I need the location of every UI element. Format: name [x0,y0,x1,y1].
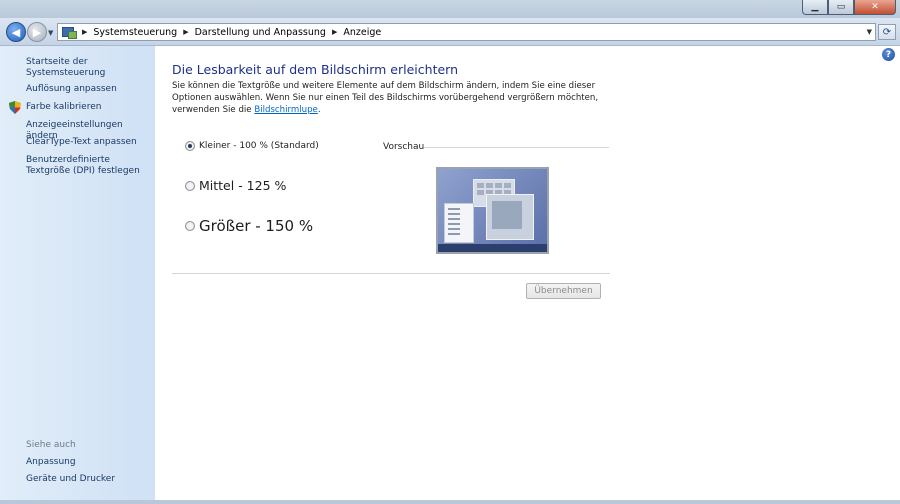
preview-image [436,167,549,254]
option-smaller-label[interactable]: Kleiner - 100 % (Standard) [199,141,319,151]
preview-taskbar [438,244,547,252]
sidebar-item-calibrate-color[interactable]: Farbe kalibrieren [26,102,101,113]
back-button[interactable]: ◀ [6,22,26,42]
minimize-button[interactable]: ▁ [802,0,828,15]
radio-larger[interactable] [185,221,195,231]
preview-window-front [486,194,534,240]
window-controls: ▁ ▭ ✕ [802,0,896,15]
chevron-right-icon[interactable]: ▶ [82,28,87,36]
window-titlebar: ▁ ▭ ✕ [0,0,900,18]
preview-label: Vorschau [383,142,425,152]
sidebar-item-cleartype[interactable]: ClearType-Text anpassen [26,137,137,148]
shield-icon [9,101,21,114]
content-divider [172,273,610,274]
window-bottom-border [0,500,900,504]
breadcrumb-darstellung[interactable]: Darstellung und Anpassung [195,27,326,38]
refresh-button[interactable]: ⟳ [878,24,896,40]
chevron-right-icon[interactable]: ▶ [183,28,188,36]
description-period: . [317,105,321,115]
option-medium-label[interactable]: Mittel - 125 % [199,178,286,193]
navigation-bar: ◀ ▶ ▼ ▶ Systemsteuerung ▶ Darstellung un… [0,18,900,46]
close-button[interactable]: ✕ [854,0,896,15]
chevron-right-icon[interactable]: ▶ [332,28,337,36]
control-panel-icon [62,26,77,39]
apply-button[interactable]: Übernehmen [526,283,601,299]
option-larger[interactable]: Größer - 150 % [185,217,313,235]
breadcrumb-anzeige[interactable]: Anzeige [343,27,381,38]
magnifier-link[interactable]: Bildschirmlupe [254,105,318,115]
sidebar-item-control-panel-home[interactable]: Startseite der Systemsteuerung [26,57,155,79]
preview-explorer-window [444,203,474,243]
option-smaller[interactable]: Kleiner - 100 % (Standard) [185,141,319,151]
preview-divider [424,147,609,148]
sidebar: Startseite der Systemsteuerung Auflösung… [0,46,155,504]
breadcrumb-systemsteuerung[interactable]: Systemsteuerung [93,27,177,38]
address-history-dropdown-icon[interactable]: ▼ [867,28,872,36]
sidebar-item-custom-dpi[interactable]: Benutzerdefinierte Textgröße (DPI) festl… [26,155,151,177]
help-icon[interactable]: ? [882,48,895,61]
see-also-devices-printers-link[interactable]: Geräte und Drucker [26,474,115,485]
see-also-personalization-link[interactable]: Anpassung [26,457,76,468]
page-title: Die Lesbarkeit auf dem Bildschirm erleic… [172,62,459,77]
recent-pages-dropdown-icon[interactable]: ▼ [48,29,53,37]
description-text: Sie können die Textgröße und weitere Ele… [172,81,599,115]
radio-smaller[interactable] [185,141,195,151]
maximize-button[interactable]: ▭ [828,0,854,15]
option-medium[interactable]: Mittel - 125 % [185,178,286,193]
sidebar-item-resolution[interactable]: Auflösung anpassen [26,84,117,95]
page-description: Sie können die Textgröße und weitere Ele… [172,80,612,116]
see-also-heading: Siehe auch [26,440,76,450]
option-larger-label[interactable]: Größer - 150 % [199,217,313,235]
address-bar[interactable]: ▶ Systemsteuerung ▶ Darstellung und Anpa… [57,23,876,41]
forward-button[interactable]: ▶ [27,22,47,42]
radio-medium[interactable] [185,180,195,191]
